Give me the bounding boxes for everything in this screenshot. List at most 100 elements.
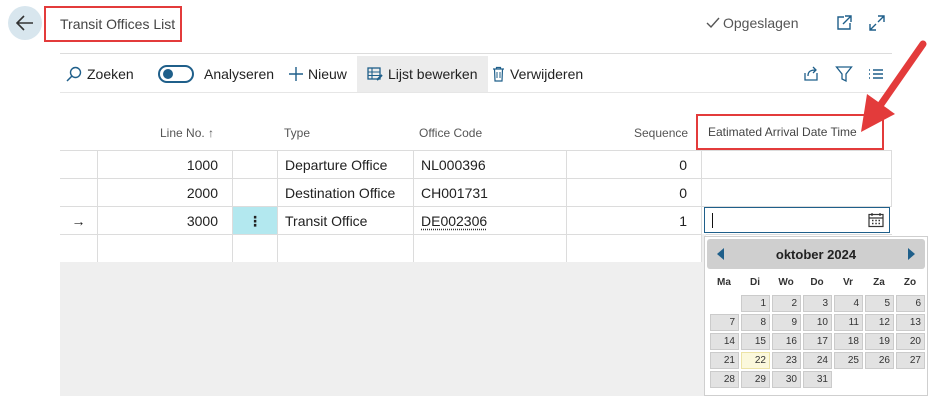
calendar-day[interactable]: 29	[741, 371, 770, 388]
calendar-day[interactable]: 28	[710, 371, 739, 388]
table-row[interactable]: 2000 Destination Office CH001731 0	[60, 178, 892, 207]
date-picker-header: oktober 2024	[707, 239, 925, 269]
calendar-day[interactable]: 10	[803, 314, 832, 331]
sequence-cell[interactable]: 0	[567, 179, 702, 207]
open-in-new-window-icon[interactable]	[835, 14, 853, 32]
trash-icon	[493, 66, 504, 82]
new-button[interactable]: Nieuw	[289, 56, 347, 92]
month-label: oktober 2024	[775, 246, 857, 262]
checkmark-icon	[706, 17, 720, 29]
calendar-day[interactable]: 26	[865, 352, 894, 369]
expand-icon[interactable]	[868, 14, 886, 32]
column-header-office-code[interactable]: Office Code	[419, 126, 482, 140]
calendar-day[interactable]: 19	[865, 333, 894, 350]
calendar-day[interactable]: 5	[865, 295, 894, 312]
type-cell[interactable]: Transit Office	[278, 207, 414, 235]
calendar-day[interactable]: 4	[834, 295, 863, 312]
delete-label: Verwijderen	[510, 66, 584, 82]
saved-status: Opgeslagen	[706, 15, 799, 31]
day-name-label: Di	[750, 277, 760, 288]
calendar-day[interactable]: 9	[772, 314, 801, 331]
row-menu-cell[interactable]	[233, 179, 278, 207]
column-header-eta[interactable]: Eatimated Arrival Date Time	[708, 125, 857, 139]
row-indicator-cell	[60, 151, 98, 179]
table-empty-area	[60, 262, 702, 396]
calendar-day[interactable]: 21	[710, 352, 739, 369]
day-name-label: Vr	[842, 277, 853, 288]
office-code-cell[interactable]	[414, 235, 567, 263]
calendar-day[interactable]: 12	[865, 314, 894, 331]
type-cell[interactable]: Destination Office	[278, 179, 414, 207]
calendar-day[interactable]: 3	[803, 295, 832, 312]
calendar-day[interactable]: 30	[772, 371, 801, 388]
row-menu-button[interactable]: ⋮	[233, 207, 278, 235]
new-label: Nieuw	[308, 66, 347, 82]
calendar-day[interactable]: 20	[896, 333, 925, 350]
calendar-day[interactable]: 25	[834, 352, 863, 369]
office-code-cell[interactable]: NL000396	[414, 151, 567, 179]
eta-cell[interactable]	[702, 179, 892, 207]
line-no-cell[interactable]: 1000	[98, 151, 233, 179]
eta-cell[interactable]	[702, 151, 892, 179]
row-menu-cell[interactable]	[233, 151, 278, 179]
analyze-toggle[interactable]: Analyseren	[158, 56, 274, 92]
current-row-arrow-icon: →	[60, 207, 98, 235]
calendar-day[interactable]: 6	[896, 295, 925, 312]
filter-icon[interactable]	[835, 65, 853, 83]
office-code-link[interactable]: DE002306	[421, 213, 487, 229]
office-code-cell[interactable]: DE002306	[414, 207, 567, 235]
column-header-type[interactable]: Type	[284, 126, 310, 140]
edit-list-icon	[367, 67, 383, 81]
row-indicator-cell	[60, 235, 98, 263]
sequence-cell[interactable]: 0	[567, 151, 702, 179]
next-month-icon[interactable]	[908, 248, 915, 260]
calendar-day-today[interactable]: 22	[741, 352, 770, 369]
line-no-cell[interactable]: 2000	[98, 179, 233, 207]
share-icon[interactable]	[802, 65, 820, 83]
search-label: Zoeken	[87, 66, 134, 82]
edit-list-button[interactable]: Lijst bewerken	[357, 56, 488, 92]
column-header-sequence[interactable]: Sequence	[634, 126, 688, 140]
day-name-label: Wo	[778, 277, 794, 288]
calendar-day[interactable]: 13	[896, 314, 925, 331]
line-no-cell[interactable]: 3000	[98, 207, 233, 235]
row-menu-cell[interactable]	[233, 235, 278, 263]
calendar-day[interactable]: 7	[710, 314, 739, 331]
table-row[interactable]: 1000 Departure Office NL000396 0	[60, 150, 892, 179]
calendar-day[interactable]: 15	[741, 333, 770, 350]
calendar-day[interactable]: 1	[741, 295, 770, 312]
back-button[interactable]	[8, 6, 42, 40]
sequence-cell[interactable]: 1	[567, 207, 702, 235]
calendar-day[interactable]: 2	[772, 295, 801, 312]
calendar-day[interactable]: 17	[803, 333, 832, 350]
calendar-day[interactable]: 27	[896, 352, 925, 369]
type-cell[interactable]	[278, 235, 414, 263]
text-caret	[712, 213, 713, 228]
search-button[interactable]: Zoeken	[66, 56, 134, 92]
eta-date-input[interactable]	[704, 207, 890, 233]
page-title-box: Transit Offices List	[44, 6, 182, 42]
calendar-day[interactable]: 8	[741, 314, 770, 331]
analyze-label: Analyseren	[204, 66, 275, 82]
office-code-cell[interactable]: CH001731	[414, 179, 567, 207]
calendar-day[interactable]: 31	[803, 371, 832, 388]
calendar-day[interactable]: 11	[834, 314, 863, 331]
calendar-day[interactable]: 18	[834, 333, 863, 350]
calendar-icon[interactable]	[868, 212, 884, 228]
toggle-switch[interactable]	[158, 65, 194, 83]
day-name-label: Ma	[717, 277, 731, 288]
sequence-cell[interactable]	[567, 235, 702, 263]
previous-month-icon[interactable]	[717, 248, 724, 260]
calendar-day[interactable]: 14	[710, 333, 739, 350]
column-header-line-no[interactable]: Line No. ↑	[160, 126, 214, 140]
saved-label: Opgeslagen	[723, 15, 799, 31]
line-no-cell[interactable]	[98, 235, 233, 263]
row-indicator-cell	[60, 179, 98, 207]
type-cell[interactable]: Departure Office	[278, 151, 414, 179]
search-icon	[66, 66, 82, 82]
calendar-day[interactable]: 16	[772, 333, 801, 350]
day-name-label: Zo	[903, 277, 917, 288]
calendar-day[interactable]: 23	[772, 352, 801, 369]
calendar-day[interactable]: 24	[803, 352, 832, 369]
delete-button[interactable]: Verwijderen	[492, 56, 583, 92]
